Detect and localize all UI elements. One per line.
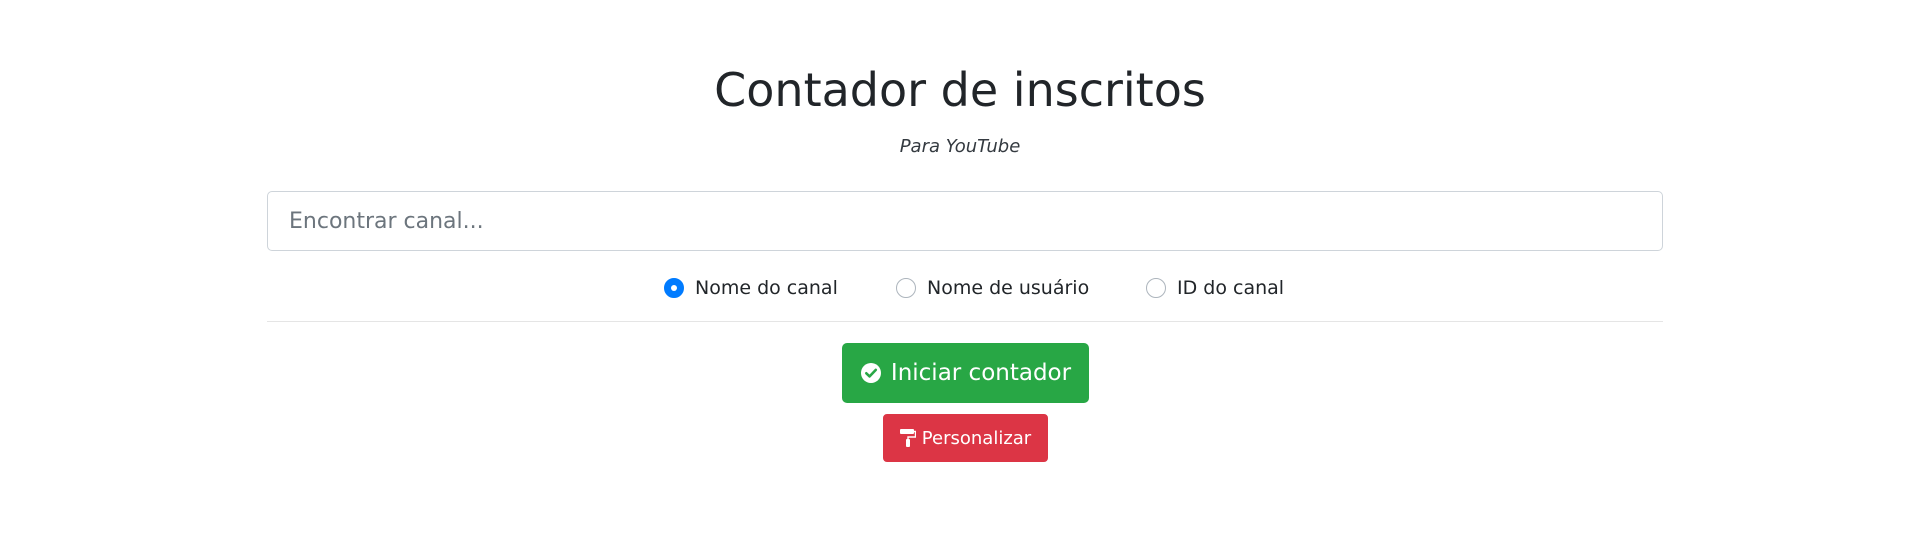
check-circle-icon [860,362,882,384]
radio-username[interactable]: Nome de usuário [896,276,1089,300]
radio-button[interactable] [896,278,916,298]
radio-channel-id[interactable]: ID do canal [1146,276,1284,300]
customize-button[interactable]: Personalizar [883,414,1048,462]
start-counter-label: Iniciar contador [890,360,1072,386]
radio-label: Nome do canal [695,277,838,299]
radio-label: Nome de usuário [927,277,1090,299]
search-input[interactable] [267,191,1663,251]
radio-label: ID do canal [1177,277,1285,299]
radio-button[interactable] [664,278,684,298]
radio-channel-name[interactable]: Nome do canal [664,276,838,300]
radio-button[interactable] [1146,278,1166,298]
page-subtitle: Para YouTube [899,136,1021,157]
start-counter-button[interactable]: Iniciar contador [842,343,1089,403]
customize-label: Personalizar [921,427,1032,449]
page: Contador de inscritos Para YouTube Nome … [0,0,1920,533]
divider [267,321,1663,322]
paint-roller-icon [899,429,916,447]
page-title: Contador de inscritos [714,63,1206,117]
